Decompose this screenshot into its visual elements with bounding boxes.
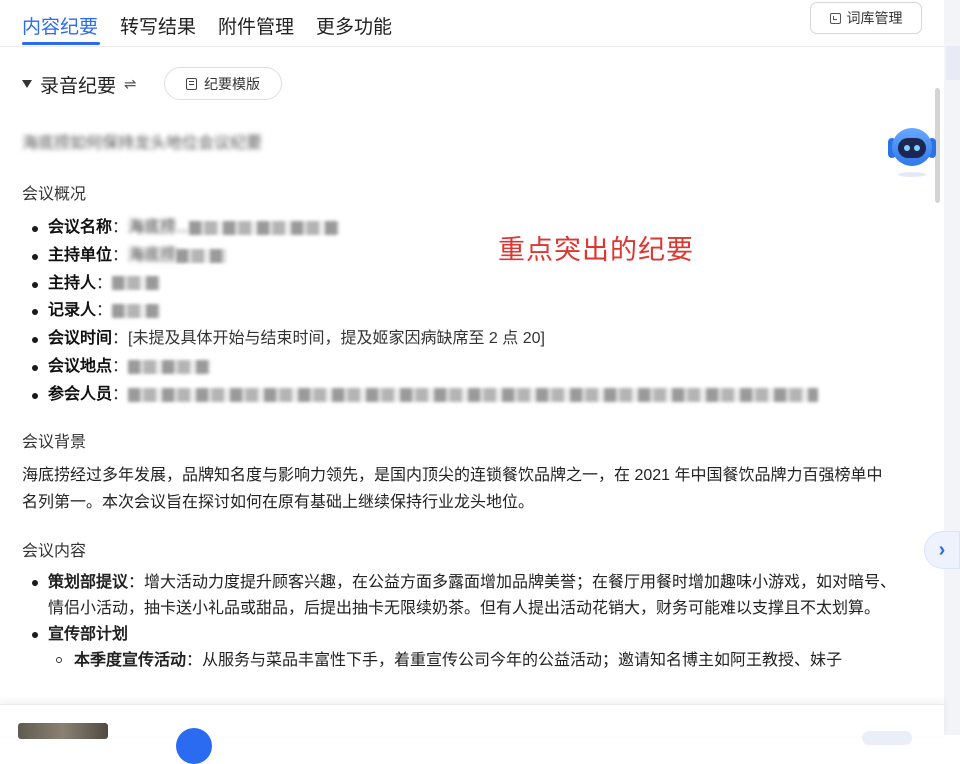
- collapse-triangle-icon: [22, 80, 32, 88]
- list-item: 参会人员：: [30, 381, 819, 409]
- list-item: 策划部提议：增大活动力度提升顾客兴趣，在公益方面多露面增加品牌美誉；在餐厅用餐时…: [30, 570, 900, 622]
- recording-summary-toggle[interactable]: 录音纪要 ⇌: [22, 70, 137, 98]
- vocab-manage-label: 词库管理: [846, 10, 903, 26]
- summary-template-button[interactable]: 纪要模版: [164, 67, 282, 100]
- next-panel-button[interactable]: ›: [924, 531, 960, 569]
- summary-template-label: 纪要模版: [204, 75, 260, 92]
- swap-arrows-icon[interactable]: ⇌: [124, 75, 137, 93]
- sub-list-item: 本季度宣传活动：从服务与菜品丰富性下手，着重宣传公司今年的公益活动；邀请知名博主…: [48, 648, 900, 674]
- vocab-box-icon: [829, 12, 841, 24]
- side-scroll-track[interactable]: [944, 0, 960, 735]
- tab-bar: 内容纪要 转写结果 附件管理 更多功能 词库管理: [0, 0, 944, 47]
- content-heading: 会议内容: [22, 543, 87, 560]
- background-paragraph: 海底捞经过多年发展，品牌知名度与影响力领先，是国内顶尖的连锁餐饮品牌之一，在 2…: [22, 467, 883, 511]
- play-button[interactable]: [176, 728, 212, 764]
- list-item: 会议时间：[未提及具体开始与结束时间，提及姬家因病缺席至 2 点 20]: [30, 325, 818, 353]
- tab-more-features[interactable]: 更多功能: [316, 12, 392, 39]
- list-item: 会议地点：: [30, 353, 818, 381]
- speed-pill[interactable]: [862, 731, 912, 745]
- overview-list: 会议名称：海底捞... 主持单位：海底捞 主持人： 记录人： 会议时间：[未提及…: [30, 214, 819, 409]
- sub-list: 本季度宣传活动：从服务与菜品丰富性下手，着重宣传公司今年的公益活动；邀请知名博主…: [48, 648, 900, 674]
- media-thumbnail[interactable]: [18, 723, 108, 739]
- background-heading: 会议背景: [22, 434, 87, 451]
- tab-content-summary[interactable]: 内容纪要: [22, 12, 98, 39]
- document-title: 海底捞如何保持龙头地位会议纪要: [22, 135, 263, 152]
- vocab-manage-button[interactable]: 词库管理: [810, 2, 922, 34]
- recording-summary-title: 录音纪要: [40, 75, 117, 97]
- highlight-annotation: 重点突出的纪要: [498, 235, 694, 266]
- side-scroll-marker[interactable]: [946, 46, 960, 80]
- list-item: 会议名称：海底捞...: [30, 214, 818, 242]
- list-item: 主持单位：海底捞: [30, 242, 818, 270]
- chevron-right-icon: ›: [938, 538, 946, 561]
- robot-assistant-icon[interactable]: [886, 124, 938, 182]
- tab-transcription[interactable]: 转写结果: [120, 12, 196, 39]
- template-doc-icon: [186, 77, 197, 90]
- player-bar: [0, 704, 944, 764]
- list-item: 宣传部计划 本季度宣传活动：从服务与菜品丰富性下手，着重宣传公司今年的公益活动；…: [30, 622, 900, 674]
- active-tab-indicator: [22, 42, 100, 45]
- overview-heading: 会议概况: [22, 186, 87, 203]
- list-item: 主持人：: [30, 270, 818, 298]
- list-item: 记录人：: [30, 297, 818, 325]
- content-list: 策划部提议：增大活动力度提升顾客兴趣，在公益方面多露面增加品牌美誉；在餐厅用餐时…: [30, 570, 900, 674]
- tab-attachments[interactable]: 附件管理: [218, 12, 294, 39]
